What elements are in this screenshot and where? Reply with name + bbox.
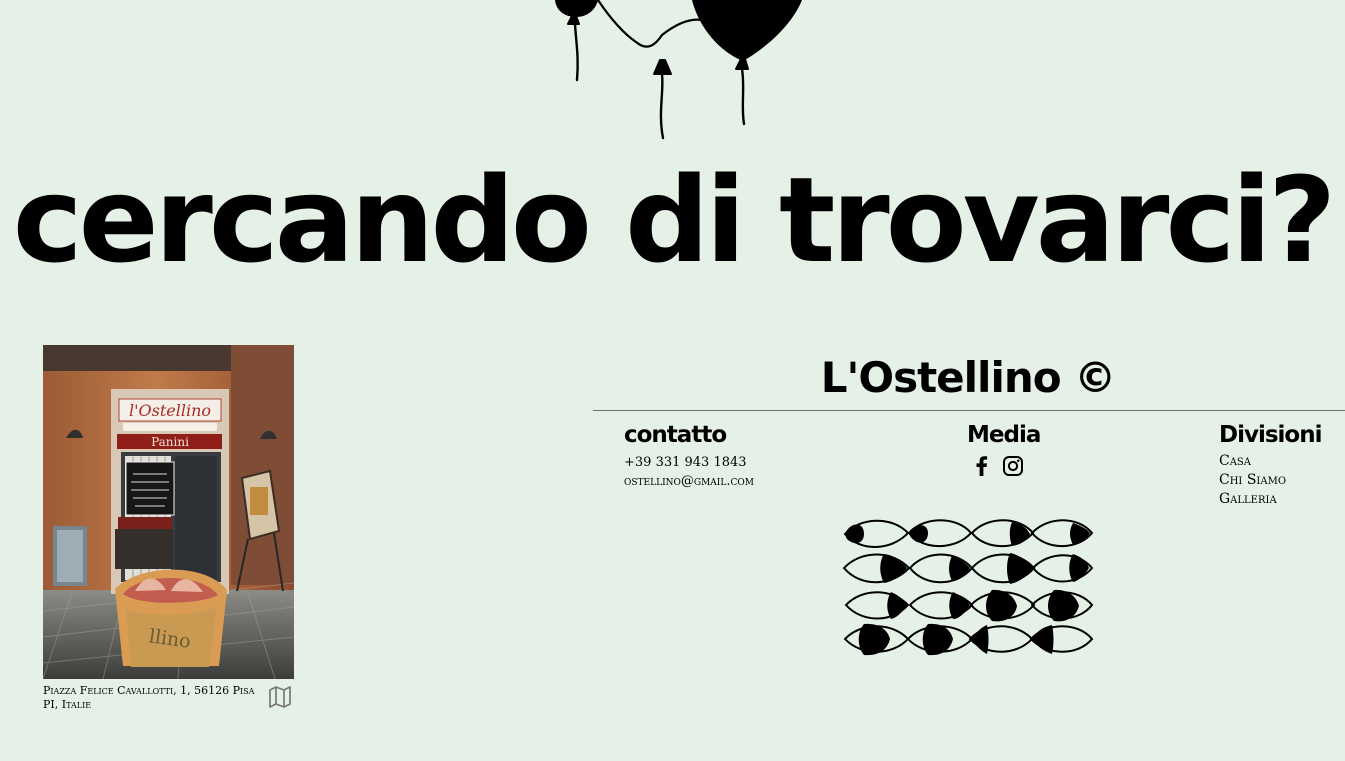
- storefront-photo: l'Ostellino Panini llino: [43, 345, 294, 679]
- social-links: [970, 454, 1025, 478]
- facebook-link[interactable]: [970, 454, 994, 478]
- balloons-illustration: [555, 0, 802, 140]
- contact-heading: contatto: [624, 422, 727, 448]
- footer-divider: [593, 410, 1345, 411]
- svg-text:l'Ostellino: l'Ostellino: [129, 401, 211, 420]
- nav-link-casa[interactable]: Casa: [1219, 452, 1286, 471]
- address-text: Piazza Felice Cavallotti, 1, 56126 Pisa …: [43, 684, 255, 711]
- svg-text:Panini: Panini: [151, 435, 189, 449]
- contact-details: +39 331 943 1843 ostellino@gmail.com: [624, 453, 754, 491]
- eyes-pattern-illustration: [842, 519, 1094, 656]
- divisions-heading: Divisioni: [1219, 422, 1322, 448]
- page-headline: cercando di trovarci?: [12, 151, 1337, 289]
- instagram-link[interactable]: [1001, 454, 1025, 478]
- nav-link-chi-siamo[interactable]: Chi Siamo: [1219, 471, 1286, 490]
- divisions-nav: Casa Chi Siamo Galleria: [1219, 452, 1286, 509]
- facebook-icon: [976, 456, 988, 476]
- instagram-icon: [1003, 456, 1023, 476]
- location-card: l'Ostellino Panini llino Piazza Felice C…: [43, 345, 294, 714]
- map-icon[interactable]: [268, 686, 292, 708]
- brand-name: L'Ostellino ©: [820, 353, 1116, 402]
- nav-link-galleria[interactable]: Galleria: [1219, 490, 1286, 509]
- phone-number[interactable]: +39 331 943 1843: [624, 453, 754, 472]
- email-link[interactable]: ostellino@gmail.com: [624, 472, 754, 491]
- media-heading: Media: [967, 422, 1041, 448]
